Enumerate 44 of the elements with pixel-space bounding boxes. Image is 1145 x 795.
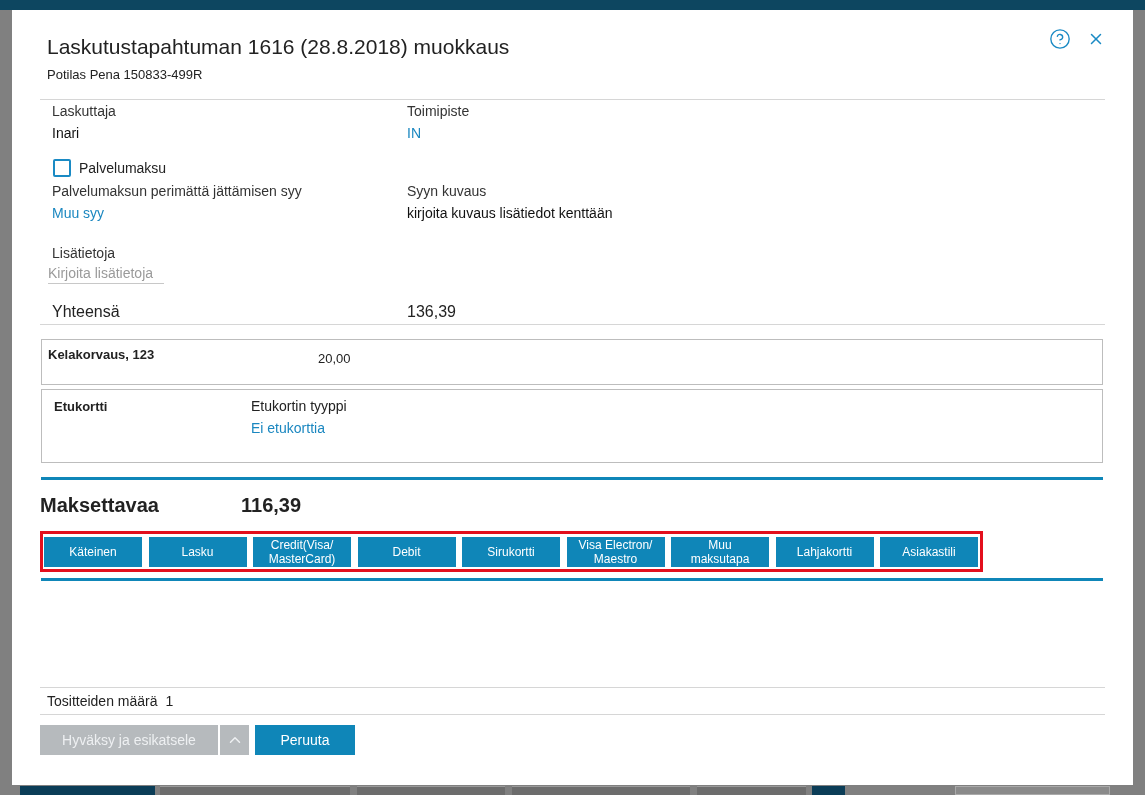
payment-method-button[interactable]: Muu maksutapa (671, 536, 769, 567)
reimbursement-value: 20,00 (318, 350, 351, 368)
field-link[interactable]: Muu syy (52, 202, 105, 224)
payment-method-button[interactable]: Lasku (148, 536, 247, 567)
payment-method-button[interactable]: Visa Electron/ Maestro (566, 536, 665, 567)
reimbursement-label: Kelakorvaus, 123 (48, 346, 156, 364)
help-icon[interactable] (1049, 28, 1071, 50)
checkbox-label: Palvelumaksu (79, 158, 167, 178)
total-value: 136,39 (407, 302, 457, 322)
notes-label: Lisätietoja (52, 243, 116, 263)
notes-field[interactable]: Kirjoita lisätietoja (48, 264, 164, 284)
dialog-title: Laskutustapahtuman 1616 (28.8.2018) muokkaus (47, 34, 510, 60)
field-label: Laskuttaja (52, 101, 116, 121)
background-field[interactable] (955, 786, 1110, 795)
field-label: Etukortin tyyppi (251, 397, 347, 416)
payment-method-button[interactable]: Käteinen (44, 536, 142, 567)
payment-method-button[interactable]: Credit(Visa/ MasterCard) (253, 536, 351, 567)
dialog-subtitle: Potilas Pena 150833-499R (47, 66, 204, 84)
action-button[interactable]: Peruuta (255, 725, 355, 755)
payable-value: 116,39 (241, 493, 302, 518)
payment-method-button[interactable]: Asiakastili (880, 536, 978, 567)
payment-method-button[interactable]: Sirukortti (462, 536, 560, 567)
field-link[interactable]: Ei etukorttia (251, 417, 347, 439)
payable-label: Maksettavaa (40, 493, 160, 518)
background-button[interactable] (20, 786, 155, 795)
split-menu-button[interactable] (220, 725, 249, 755)
background-button[interactable] (357, 786, 505, 795)
background-button[interactable] (697, 786, 806, 795)
checkbox[interactable] (53, 159, 71, 177)
payment-method-button[interactable]: Lahjakortti (775, 536, 874, 567)
field-label: Palvelumaksun perimättä jättämisen syy (52, 181, 302, 201)
field-value: kirjoita kuvaus lisätiedot kenttään (407, 203, 613, 223)
receipts-label: Tositteiden määrä (47, 691, 158, 711)
total-label: Yhteensä (52, 302, 121, 322)
payment-method-button[interactable]: Debit (357, 536, 456, 567)
background-button[interactable] (812, 786, 845, 795)
field-value: Inari (52, 123, 80, 143)
benefit-card-label: Etukortti (54, 398, 109, 416)
receipts-value: 1 (165, 691, 174, 711)
field-label: Toimipiste (407, 101, 470, 121)
background-button[interactable] (160, 786, 350, 795)
field-link[interactable]: IN (407, 122, 421, 144)
background-button[interactable] (512, 786, 690, 795)
field-label: Syyn kuvaus (407, 181, 487, 201)
